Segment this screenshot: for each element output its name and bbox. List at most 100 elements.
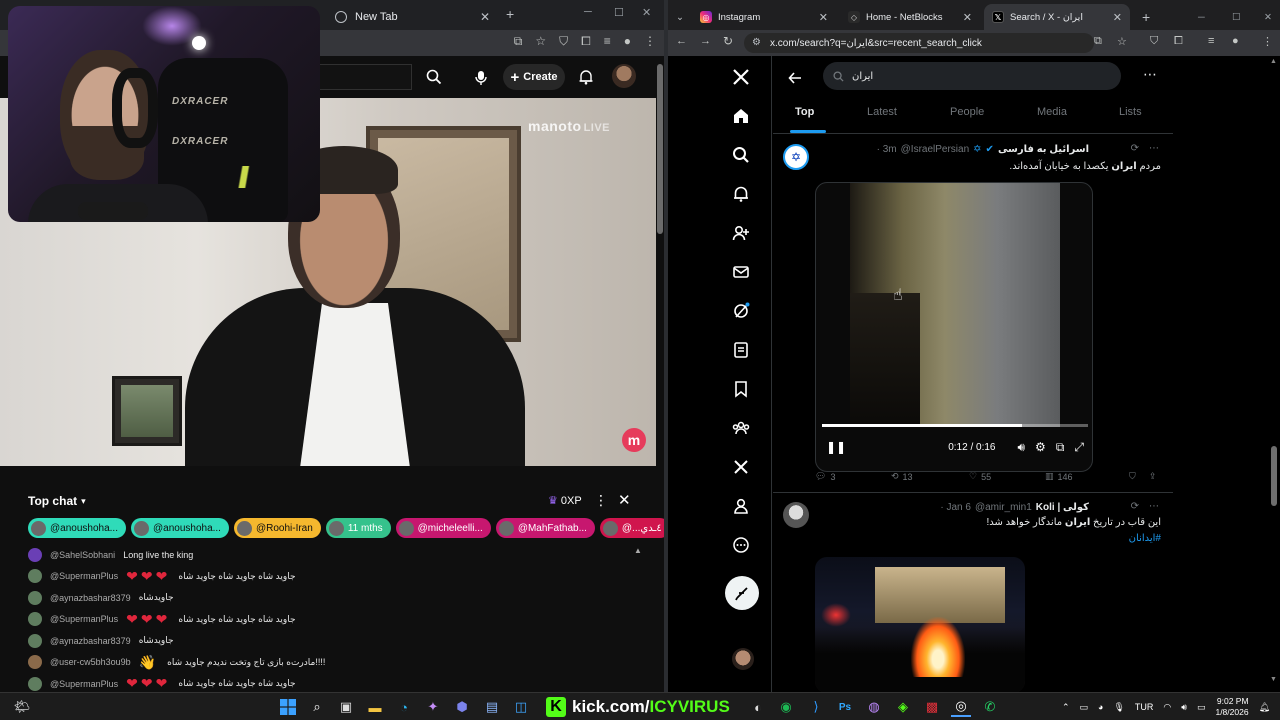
more-options-icon[interactable]: ⋯ bbox=[1143, 66, 1157, 83]
url-field[interactable]: ⚙ x.com/search?q=ایران&src=recent_search… bbox=[744, 33, 1094, 53]
more-options-icon[interactable]: ⋯ bbox=[1149, 501, 1159, 512]
like-button[interactable]: ♡ 55 bbox=[969, 471, 1045, 482]
copilot-icon[interactable]: ✦ bbox=[423, 697, 443, 717]
clock[interactable]: 9:02 PM 1/8/2026 bbox=[1215, 696, 1248, 718]
profile-icon[interactable]: ● bbox=[624, 34, 631, 49]
messages-icon[interactable] bbox=[730, 261, 752, 283]
bookmark-button[interactable]: ⛉ bbox=[1129, 471, 1149, 482]
picture-in-picture-icon[interactable]: ⧉ bbox=[1056, 440, 1065, 455]
chat-message[interactable]: @SupermanPlus ❤❤❤ جاوید شاه جاوید شاه جاوی… bbox=[28, 609, 638, 631]
create-button[interactable]: + Create bbox=[503, 64, 565, 90]
install-app-icon[interactable]: ⧉ bbox=[514, 34, 523, 49]
more-options-icon[interactable]: ⋯ bbox=[1149, 143, 1159, 154]
donation-chip[interactable]: @anoushoha... bbox=[130, 518, 229, 538]
close-tab-icon[interactable]: ✕ bbox=[963, 11, 972, 24]
volume-icon[interactable]: 🔊︎ bbox=[1017, 440, 1025, 455]
tweet-author-name[interactable]: اسرائیل به فارسی bbox=[998, 144, 1089, 155]
streaming-app-icon[interactable]: ◈ bbox=[893, 697, 913, 717]
avatar[interactable] bbox=[28, 633, 42, 648]
site-info-icon[interactable]: ⚙ bbox=[752, 37, 761, 48]
media-icon[interactable]: ≡ bbox=[1208, 35, 1214, 47]
tab-new-tab[interactable]: New Tab ✕ bbox=[325, 4, 500, 30]
tab-x-search[interactable]: 𝕏 Search / X - ایران ✕ bbox=[984, 4, 1130, 30]
close-icon[interactable]: ✕ bbox=[618, 491, 631, 509]
pause-icon[interactable]: ❚❚ bbox=[826, 440, 846, 454]
wifi-icon[interactable]: ◠ bbox=[1163, 702, 1171, 713]
tweet-handle[interactable]: @amir_min1 bbox=[975, 502, 1032, 513]
scroll-up-icon[interactable]: ▲ bbox=[1270, 58, 1277, 65]
maximize-button[interactable]: ☐ bbox=[1224, 4, 1249, 30]
donation-chip[interactable]: @...٤ـﺪي bbox=[599, 518, 670, 538]
edge-icon[interactable]: ◔ bbox=[394, 697, 414, 717]
minimize-button[interactable]: ─ bbox=[1190, 4, 1213, 30]
bell-icon[interactable] bbox=[574, 65, 598, 89]
donation-chip[interactable]: @MahFathab... bbox=[495, 518, 595, 538]
search-icon[interactable] bbox=[420, 66, 448, 88]
microphone-icon[interactable]: 🎙︎ bbox=[1113, 702, 1124, 713]
microphone-icon[interactable] bbox=[468, 65, 494, 91]
browser-menu-icon[interactable]: ⋮ bbox=[644, 34, 656, 49]
notifications-bell-icon[interactable] bbox=[730, 183, 752, 205]
tab-latest[interactable]: Latest bbox=[867, 106, 897, 118]
forward-icon[interactable]: → bbox=[700, 35, 711, 47]
share-button[interactable]: ⇪ bbox=[1149, 471, 1157, 482]
app-icon[interactable]: ◫ bbox=[511, 697, 531, 717]
tweet[interactable]: ✡ ⟳ ⋯ · 3m @IsraelPersian ✡ ✔ اسرائیل به… bbox=[773, 135, 1173, 493]
new-tab-button[interactable]: + bbox=[1134, 4, 1158, 30]
chevron-up-icon[interactable]: ⌃ bbox=[1062, 702, 1070, 713]
donation-chip[interactable]: 11 mths bbox=[325, 518, 391, 538]
follow-icon[interactable] bbox=[730, 222, 752, 244]
volume-icon[interactable]: 🔊︎ bbox=[1181, 702, 1187, 713]
photoshop-icon[interactable]: Ps bbox=[835, 697, 855, 717]
back-icon[interactable]: ← bbox=[676, 35, 687, 47]
tab-media[interactable]: Media bbox=[1037, 106, 1067, 118]
chat-message[interactable]: @aynazbashar8379 جاویدشاه bbox=[28, 587, 638, 609]
scrollbar-thumb[interactable] bbox=[1271, 446, 1277, 506]
widgets-icon[interactable]: 🌤︎ bbox=[12, 697, 32, 717]
extensions-icon[interactable]: ⧠ bbox=[581, 34, 591, 49]
tweet[interactable]: ⟳ ⋯ · Jan 6 @amir_min1 Koli | کولی این ق… bbox=[773, 494, 1173, 693]
app-tray-icon[interactable]: ◕ bbox=[1098, 702, 1103, 712]
avatar[interactable] bbox=[612, 64, 636, 88]
xp-badge[interactable]: ♛ 0XP bbox=[548, 494, 582, 508]
youtube-search-input[interactable] bbox=[318, 64, 412, 90]
scrollbar-thumb[interactable] bbox=[657, 64, 663, 234]
tweet-author-name[interactable]: Koli | کولی bbox=[1036, 502, 1089, 513]
tab-instagram[interactable]: ◎ Instagram ✕ bbox=[692, 4, 836, 30]
bookmarks-icon[interactable] bbox=[730, 378, 752, 400]
more-options-icon[interactable]: ⋮ bbox=[594, 492, 608, 509]
views-button[interactable]: ▥ 146 bbox=[1045, 471, 1129, 482]
avatar[interactable] bbox=[28, 590, 42, 605]
chat-message[interactable]: @aynazbashar8379 جاویدشاه bbox=[28, 630, 638, 652]
communities-icon[interactable] bbox=[730, 417, 752, 439]
store-icon[interactable]: ▤ bbox=[482, 697, 502, 717]
chat-message[interactable]: @SahelSobhani Long live the king bbox=[28, 544, 638, 566]
tab-top[interactable]: Top bbox=[795, 106, 814, 118]
language-indicator[interactable]: TUR bbox=[1135, 702, 1154, 712]
premium-x-icon[interactable] bbox=[730, 456, 752, 478]
profile-icon[interactable]: ● bbox=[1232, 35, 1239, 47]
browser-menu-icon[interactable]: ⋮ bbox=[1262, 35, 1273, 48]
shield-icon[interactable]: ⛉ bbox=[559, 34, 568, 49]
avatar[interactable] bbox=[783, 502, 809, 528]
fullscreen-icon[interactable]: ⤢ bbox=[1074, 440, 1084, 455]
post-button[interactable] bbox=[725, 576, 759, 610]
settings-gear-icon[interactable]: ⚙ bbox=[1035, 440, 1046, 454]
avatar[interactable] bbox=[28, 655, 42, 670]
close-window-button[interactable]: ✕ bbox=[642, 6, 651, 19]
bookmark-star-icon[interactable]: ☆ bbox=[535, 34, 546, 49]
tab-people[interactable]: People bbox=[950, 106, 984, 118]
avatar[interactable] bbox=[28, 612, 42, 627]
close-tab-icon[interactable]: ✕ bbox=[1113, 11, 1122, 24]
tab-lists[interactable]: Lists bbox=[1119, 106, 1142, 118]
close-tab-icon[interactable]: ✕ bbox=[480, 10, 490, 24]
scroll-down-icon[interactable]: ▼ bbox=[1270, 676, 1277, 683]
chat-username[interactable]: @aynazbashar8379 bbox=[50, 636, 131, 646]
hashtag-link[interactable]: #ایدانان bbox=[1129, 533, 1161, 544]
more-icon[interactable] bbox=[730, 534, 752, 556]
chat-username[interactable]: @SupermanPlus bbox=[50, 571, 118, 581]
maximize-button[interactable]: ☐ bbox=[614, 6, 624, 19]
avatar[interactable]: ✡ bbox=[783, 144, 809, 170]
network-app-icon[interactable]: ▭ bbox=[1080, 702, 1089, 713]
obs-icon[interactable]: ◍ bbox=[864, 697, 884, 717]
